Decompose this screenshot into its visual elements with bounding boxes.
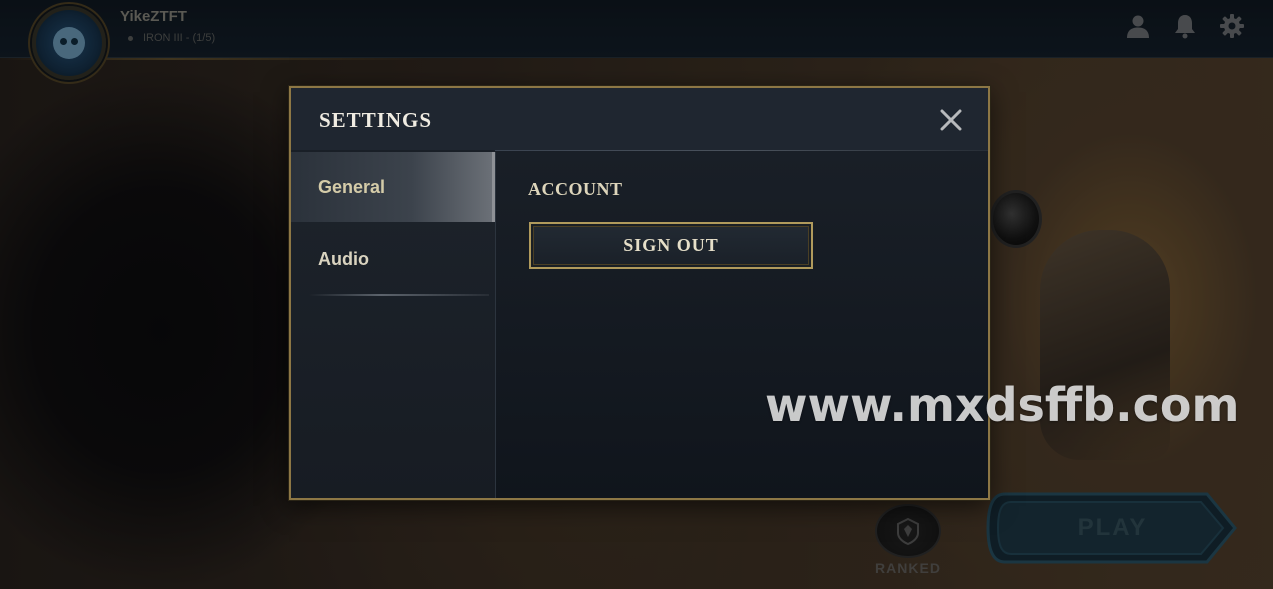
settings-dialog: SETTINGS General Audio ACCOUNT SIGN OUT bbox=[289, 86, 990, 500]
header-divider bbox=[495, 150, 988, 151]
sidebar-divider bbox=[309, 294, 489, 296]
tab-audio-label: Audio bbox=[318, 248, 369, 269]
account-section-title: ACCOUNT bbox=[528, 179, 623, 199]
tab-general-label: General bbox=[318, 176, 386, 197]
settings-title: SETTINGS bbox=[319, 108, 433, 132]
tab-general[interactable]: General bbox=[291, 152, 495, 222]
tab-audio[interactable]: Audio bbox=[291, 224, 495, 294]
close-icon bbox=[940, 109, 962, 131]
settings-header: SETTINGS bbox=[291, 88, 988, 150]
close-button[interactable] bbox=[937, 106, 965, 134]
settings-sidebar: General Audio bbox=[291, 152, 496, 498]
settings-content: ACCOUNT SIGN OUT bbox=[497, 152, 988, 498]
watermark-text: www.mxdsffb.com bbox=[765, 378, 1240, 432]
sign-out-button[interactable]: SIGN OUT bbox=[529, 222, 813, 269]
